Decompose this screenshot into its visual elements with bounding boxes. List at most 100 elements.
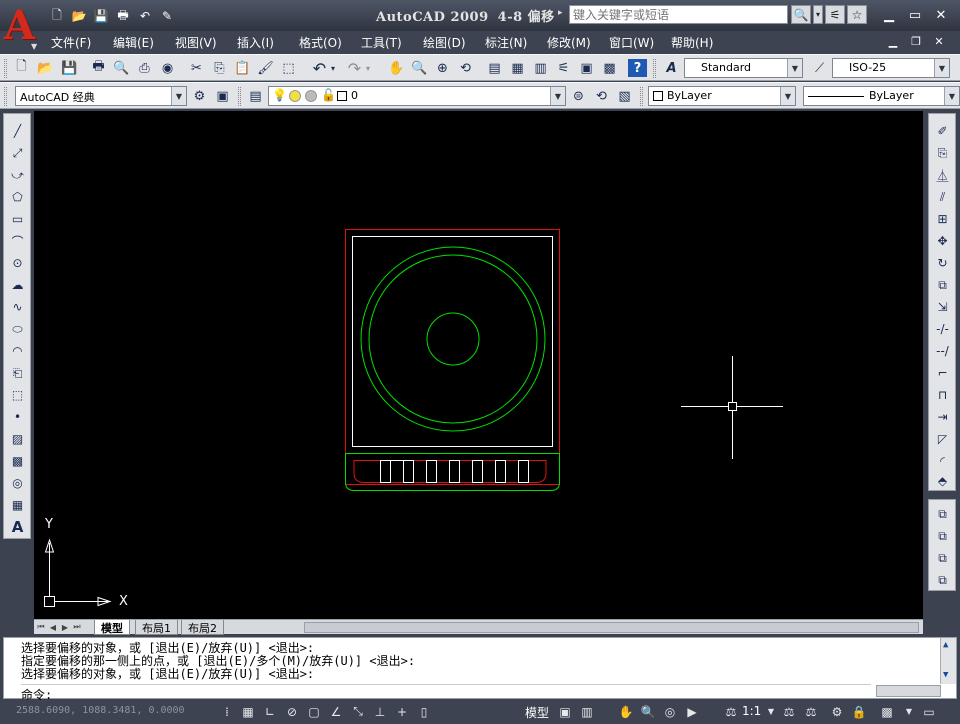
dynamic-input-icon[interactable]: ⊥ bbox=[371, 703, 389, 720]
horizontal-scrollbar[interactable] bbox=[304, 622, 919, 633]
send-to-back-icon[interactable]: ⧉ bbox=[933, 527, 952, 545]
stretch-icon[interactable]: ⇲ bbox=[933, 298, 952, 316]
scale-icon[interactable]: ⧉ bbox=[933, 276, 952, 294]
spline-icon[interactable]: ∿ bbox=[8, 298, 27, 316]
workspace-switching-gear-icon[interactable]: ⚙ bbox=[828, 703, 846, 720]
undo-icon[interactable]: ↶ bbox=[136, 8, 154, 24]
menu-insert[interactable]: 插入(I) bbox=[237, 34, 274, 51]
toolbar-grip[interactable] bbox=[4, 59, 7, 78]
annotation-scale-value[interactable]: 1:1 bbox=[742, 704, 761, 718]
layer-select[interactable]: 💡 🔓 0 ▼ bbox=[268, 86, 566, 106]
menu-modify[interactable]: 修改(M) bbox=[547, 34, 591, 51]
communication-center-icon[interactable]: ⚟ bbox=[825, 5, 845, 24]
menu-view[interactable]: 视图(V) bbox=[175, 34, 217, 51]
cut-icon[interactable]: ✂ bbox=[187, 59, 206, 77]
minimize-button[interactable]: ▁ bbox=[880, 6, 898, 24]
tab-model[interactable]: 模型 bbox=[94, 620, 130, 635]
command-line[interactable]: 选择要偏移的对象，或 [退出(E)/放弃(U)] <退出>: 指定要偏移的那一侧… bbox=[3, 637, 957, 702]
plot-preview-icon[interactable]: 🔍 bbox=[112, 59, 131, 77]
construction-line-icon[interactable]: ⤢ bbox=[8, 144, 27, 162]
first-tab-icon[interactable]: ⏮ bbox=[36, 621, 46, 633]
text-style-select[interactable]: Standard ▼ bbox=[684, 58, 803, 78]
toolbar-lock-icon[interactable]: 🔒 bbox=[850, 703, 868, 720]
save-icon[interactable]: 💾 bbox=[60, 59, 79, 77]
tab-layout1[interactable]: 布局1 bbox=[135, 620, 178, 635]
menu-tools[interactable]: 工具(T) bbox=[361, 34, 402, 51]
zoom-realtime-icon[interactable]: 🔍 bbox=[410, 59, 429, 77]
redo-dropdown-icon[interactable]: ▾ bbox=[363, 59, 373, 77]
ortho-mode-icon[interactable]: ∟ bbox=[261, 703, 279, 720]
workspace-settings-gear-icon[interactable]: ⚙ bbox=[190, 87, 209, 105]
snap-mode-icon[interactable]: ⁞ bbox=[218, 703, 236, 720]
ellipse-icon[interactable]: ⬭ bbox=[8, 320, 27, 338]
close-button[interactable]: ✕ bbox=[932, 6, 950, 24]
make-block-icon[interactable]: ⬚ bbox=[8, 386, 27, 404]
point-icon[interactable]: • bbox=[8, 408, 27, 426]
zoom-previous-icon[interactable]: ⟲ bbox=[456, 59, 475, 77]
command-vertical-scrollbar[interactable]: ▲ ▼ bbox=[940, 638, 956, 684]
new-icon[interactable]: 🗋 bbox=[12, 59, 31, 77]
menu-edit[interactable]: 编辑(E) bbox=[113, 34, 154, 51]
prev-tab-icon[interactable]: ◀ bbox=[48, 621, 58, 633]
gradient-icon[interactable]: ▩ bbox=[8, 452, 27, 470]
toolbar-grip[interactable] bbox=[640, 87, 643, 106]
dim-style-icon[interactable]: ⟋ bbox=[810, 59, 829, 77]
bring-to-front-icon[interactable]: ⧉ bbox=[933, 505, 952, 523]
explode-icon[interactable]: ⬘ bbox=[933, 472, 952, 490]
print-icon[interactable]: 🖶 bbox=[89, 59, 108, 77]
layer-states-icon[interactable]: ▧ bbox=[615, 87, 634, 105]
polar-tracking-icon[interactable]: ⊘ bbox=[283, 703, 301, 720]
fillet-icon[interactable]: ◜ bbox=[933, 452, 952, 470]
undo-icon[interactable]: ↶ bbox=[310, 59, 329, 78]
menu-dimension[interactable]: 标注(N) bbox=[485, 34, 527, 51]
workspace-toolbar-icon[interactable]: ▣ bbox=[213, 87, 232, 105]
quick-view-layouts-icon[interactable]: ▣ bbox=[556, 703, 574, 720]
object-snap-tracking-icon[interactable]: ∠ bbox=[327, 703, 345, 720]
properties-icon[interactable]: ▤ bbox=[485, 59, 504, 77]
annotation-visibility-icon[interactable]: ⚖ bbox=[780, 703, 798, 720]
zoom-icon[interactable]: 🔍 bbox=[639, 703, 657, 720]
scale-dropdown-icon[interactable]: ▼ bbox=[762, 703, 780, 720]
maximize-button[interactable]: ▭ bbox=[906, 6, 924, 24]
extend-icon[interactable]: --/ bbox=[933, 342, 952, 360]
break-icon[interactable]: ⊓ bbox=[933, 386, 952, 404]
match-properties-icon[interactable]: 🖌 bbox=[256, 59, 275, 77]
undo-dropdown-icon[interactable]: ▾ bbox=[328, 59, 338, 77]
search-input[interactable] bbox=[569, 5, 788, 24]
scroll-down-icon[interactable]: ▼ bbox=[943, 670, 948, 680]
model-space-label[interactable]: 模型 bbox=[525, 704, 549, 721]
publish-icon[interactable]: ⎙ bbox=[135, 59, 154, 77]
menu-help[interactable]: 帮助(H) bbox=[671, 34, 713, 51]
open-icon[interactable]: 📂 bbox=[36, 59, 55, 77]
print-icon[interactable]: 🖶 bbox=[114, 8, 132, 24]
copy-object-icon[interactable]: ⎘ bbox=[933, 144, 952, 162]
last-tab-icon[interactable]: ⏭ bbox=[72, 621, 82, 633]
break-at-point-icon[interactable]: ⌐ bbox=[933, 364, 952, 382]
send-under-icon[interactable]: ⧉ bbox=[933, 571, 952, 589]
3d-dwf-icon[interactable]: ◉ bbox=[158, 59, 177, 77]
design-center-icon[interactable]: ▦ bbox=[508, 59, 527, 77]
markup-icon[interactable]: ▣ bbox=[577, 59, 596, 77]
revision-cloud-icon[interactable]: ☁ bbox=[8, 276, 27, 294]
rectangle-icon[interactable]: ▭ bbox=[8, 210, 27, 228]
tool-palettes-icon[interactable]: ▥ bbox=[531, 59, 550, 77]
scroll-up-icon[interactable]: ▲ bbox=[943, 640, 948, 650]
table-icon[interactable]: ▦ bbox=[8, 496, 27, 514]
chamfer-icon[interactable]: ◸ bbox=[933, 430, 952, 448]
menu-format[interactable]: 格式(O) bbox=[299, 34, 342, 51]
polyline-icon[interactable]: ⤻ bbox=[8, 166, 27, 184]
doc-minimize-button[interactable]: ▁ bbox=[886, 33, 900, 49]
status-menu-dropdown-icon[interactable]: ▼ bbox=[900, 703, 918, 720]
hardware-acceleration-icon[interactable]: ▩ bbox=[878, 703, 896, 720]
circle-icon[interactable]: ⊙ bbox=[8, 254, 27, 272]
layer-manager-icon[interactable]: ▤ bbox=[246, 87, 265, 105]
command-horizontal-scrollbar[interactable] bbox=[876, 685, 941, 697]
inner-frame-rect[interactable] bbox=[352, 236, 553, 447]
grid-display-icon[interactable]: ▦ bbox=[239, 703, 257, 720]
autocad-logo[interactable]: A ▼ bbox=[2, 2, 38, 52]
offset-icon[interactable]: ⫽ bbox=[933, 188, 952, 206]
auto-scale-icon[interactable]: ⚖ bbox=[802, 703, 820, 720]
ellipse-arc-icon[interactable]: ◠ bbox=[8, 342, 27, 360]
clean-screen-icon[interactable]: ▭ bbox=[920, 703, 938, 720]
doc-restore-button[interactable]: ❐ bbox=[909, 33, 923, 49]
